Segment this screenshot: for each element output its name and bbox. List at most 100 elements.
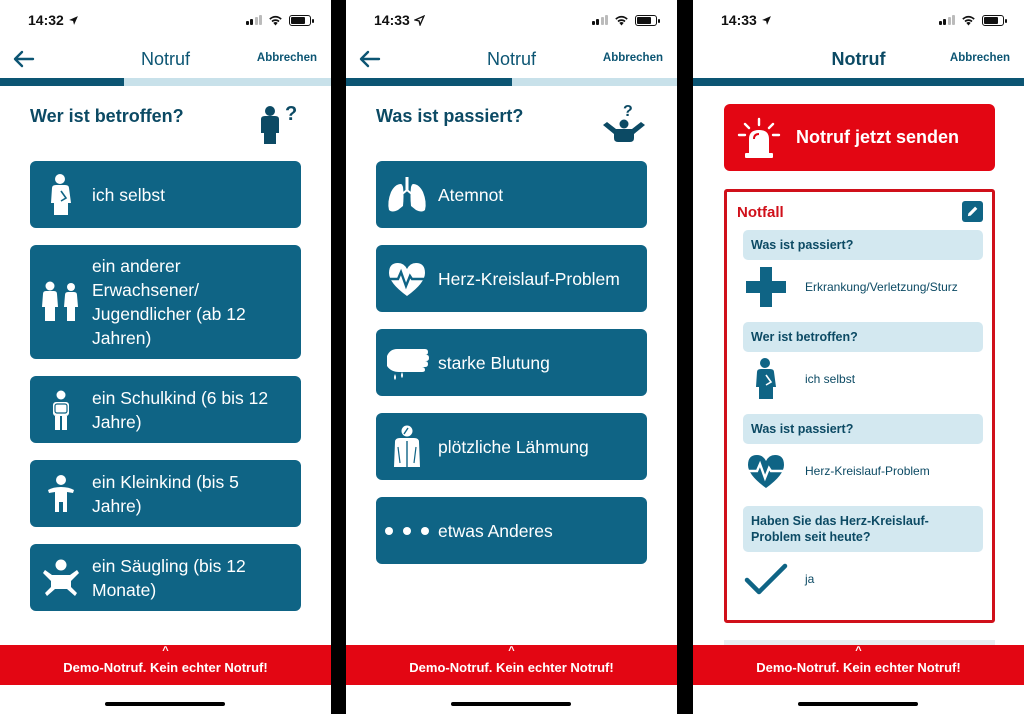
summary-answer: Herz-Kreislauf-Problem (805, 464, 930, 478)
summary-question: Haben Sie das Herz-Kreislauf-Problem sei… (743, 506, 983, 552)
options-list: ich selbst ein anderer Erwachsener/ Juge… (0, 161, 331, 611)
edit-button[interactable] (962, 201, 983, 222)
question-title: Was ist passiert? (376, 106, 524, 126)
send-emergency-call-button[interactable]: Notruf jetzt senden (724, 104, 995, 171)
cancel-button[interactable]: Abbrechen (257, 52, 317, 64)
screen-what-happened: 14:33 Notruf Abbrechen Was ist passiert?… (346, 0, 677, 714)
wifi-icon (962, 15, 975, 26)
demo-banner-text: Demo-Notruf. Kein echter Notruf! (409, 660, 614, 675)
option-label: ein Schulkind (6 bis 12 Jahre) (92, 387, 269, 432)
summary-answer: ich selbst (805, 372, 856, 386)
back-arrow-icon[interactable] (358, 48, 382, 70)
siren-icon (737, 117, 781, 158)
progress-fill (0, 78, 125, 86)
option-schoolchild[interactable]: ein Schulkind (6 bis 12 Jahre) (30, 376, 301, 443)
checkmark-icon (744, 563, 788, 595)
option-breathing[interactable]: Atemnot (376, 161, 647, 228)
summary-answer: ja (805, 572, 815, 586)
cancel-button[interactable]: Abbrechen (603, 52, 663, 64)
summary-question: Was ist passiert? (743, 414, 983, 444)
option-label: ein anderer Erwachsener/ Jugendlicher (a… (92, 256, 246, 348)
chevron-up-icon: ^ (508, 645, 515, 657)
battery-icon (289, 14, 314, 26)
status-bar: 14:33 (346, 0, 677, 40)
paralysis-icon (394, 425, 420, 467)
demo-banner-text: Demo-Notruf. Kein echter Notruf! (756, 660, 961, 675)
cancel-button[interactable]: Abbrechen (950, 52, 1010, 64)
progress-bar (346, 78, 677, 86)
heart-pulse-icon (386, 262, 428, 296)
baby-icon (43, 559, 79, 596)
wifi-icon (269, 15, 282, 26)
nav-bar: Notruf Abbrechen (346, 40, 677, 78)
nav-bar: Notruf Abbrechen (693, 40, 1024, 78)
person-self-icon (756, 358, 776, 399)
status-bar: 14:32 (0, 0, 331, 40)
nav-title: Notruf (831, 48, 886, 69)
person-question-icon: ? (261, 103, 297, 144)
option-paralysis[interactable]: plötzliche Lähmung (376, 413, 647, 480)
person-arms-up-question-icon: ? (603, 103, 645, 142)
location-arrow-icon (761, 15, 771, 25)
two-adults-icon (42, 281, 78, 321)
wifi-icon (615, 15, 628, 26)
battery-icon (635, 14, 660, 26)
option-toddler[interactable]: ein Kleinkind (bis 5 Jahre) (30, 460, 301, 527)
option-label: starke Blutung (438, 352, 550, 373)
summary-question: Wer ist betroffen? (743, 322, 983, 352)
nav-bar: Notruf Abbrechen (0, 40, 331, 78)
emergency-summary-card: Notfall Was ist passiert? Erkrankung/Ver… (724, 189, 995, 623)
pencil-icon (967, 206, 978, 217)
demo-banner[interactable]: ^ Demo-Notruf. Kein echter Notruf! (346, 645, 677, 685)
home-indicator[interactable] (451, 702, 571, 706)
option-other[interactable]: etwas Anderes (376, 497, 647, 564)
summary-answer-row: ich selbst (743, 356, 988, 402)
option-self[interactable]: ich selbst (30, 161, 301, 228)
option-label: ich selbst (92, 184, 165, 205)
screen-who-affected: 14:32 Notruf Abbrechen Wer ist betroffen… (0, 0, 331, 714)
schoolchild-icon (53, 390, 69, 430)
status-time: 14:32 (28, 12, 64, 28)
progress-fill (693, 78, 1024, 86)
chevron-up-icon: ^ (855, 645, 862, 657)
demo-banner[interactable]: ^ Demo-Notruf. Kein echter Notruf! (0, 645, 331, 685)
signal-icon (245, 15, 262, 25)
person-self-icon (51, 173, 71, 215)
demo-banner[interactable]: ^ Demo-Notruf. Kein echter Notruf! (693, 645, 1024, 685)
svg-text:?: ? (285, 103, 297, 125)
location-arrow-icon (68, 15, 78, 25)
option-label: Atemnot (438, 184, 504, 205)
signal-icon (938, 15, 955, 25)
home-indicator[interactable] (798, 702, 918, 706)
options-list: Atemnot Herz-Kreislauf-Problem starke Bl… (346, 161, 677, 564)
back-arrow-icon[interactable] (12, 48, 36, 70)
option-other-adult[interactable]: ein anderer Erwachsener/ Jugendlicher (a… (30, 245, 301, 359)
option-label: plötzliche Lähmung (438, 436, 589, 457)
svg-text:?: ? (623, 103, 633, 120)
medical-cross-icon (746, 267, 786, 307)
option-circulation[interactable]: Herz-Kreislauf-Problem (376, 245, 647, 312)
status-time: 14:33 (374, 12, 410, 28)
summary-answer: Erkrankung/Verletzung/Sturz (805, 280, 958, 294)
nav-title: Notruf (140, 48, 191, 69)
heart-pulse-icon (745, 455, 787, 488)
progress-bar (693, 78, 1024, 86)
lungs-icon (388, 176, 426, 211)
summary-question: Was ist passiert? (743, 230, 983, 260)
option-label: ein Kleinkind (bis 5 Jahre) (92, 471, 239, 516)
signal-icon (591, 15, 608, 25)
summary-title: Notfall (737, 204, 784, 221)
location-arrow-icon (413, 14, 425, 26)
summary-answer-row: ja (743, 556, 988, 602)
demo-banner-text: Demo-Notruf. Kein echter Notruf! (63, 660, 268, 675)
more-dots-icon (385, 526, 429, 535)
send-button-label: Notruf jetzt senden (796, 127, 960, 147)
nav-title: Notruf (486, 48, 537, 69)
home-indicator[interactable] (105, 702, 225, 706)
summary-answer-row: Herz-Kreislauf-Problem (743, 448, 988, 494)
toddler-icon (48, 474, 74, 512)
option-label: Herz-Kreislauf-Problem (438, 268, 620, 289)
bleeding-hand-icon (387, 348, 429, 380)
option-bleeding[interactable]: starke Blutung (376, 329, 647, 396)
option-infant[interactable]: ein Säugling (bis 12 Monate) (30, 544, 301, 611)
